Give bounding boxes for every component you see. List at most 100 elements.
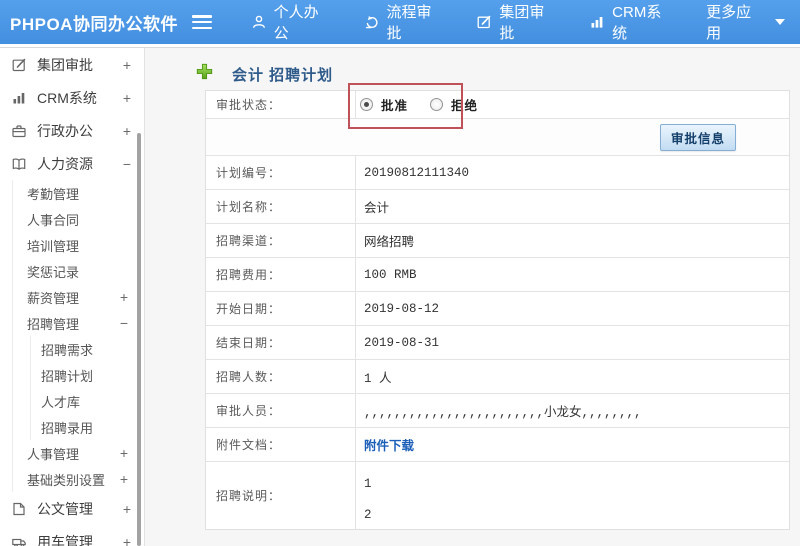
- process-icon: [364, 14, 380, 30]
- recruit-channel-value: 网络招聘: [364, 236, 415, 250]
- table-row: 计划名称： 会计: [206, 190, 789, 224]
- main-content: 会计 招聘计划 审批状态： 批准 拒绝 审批信息 计划编号： 201908121…: [146, 48, 800, 546]
- sidebar-item-training[interactable]: 培训管理: [13, 232, 144, 258]
- sidebar-item-base-category[interactable]: 基础类别设置 +: [13, 466, 144, 492]
- plan-number-value: 20190812111340: [364, 165, 470, 180]
- expand-toggle[interactable]: +: [120, 445, 128, 461]
- book-icon: [11, 155, 28, 172]
- recruit-submenu: 招聘需求 招聘计划 人才库 招聘录用: [30, 336, 144, 440]
- reject-radio[interactable]: [430, 98, 444, 111]
- field-label: 开始日期：: [206, 292, 356, 325]
- sidebar-item-recruit-mgmt[interactable]: 招聘管理 −: [13, 310, 144, 336]
- table-row: 招聘人数： 1 人: [206, 360, 789, 394]
- sidebar-item-talent-pool[interactable]: 人才库: [31, 388, 144, 414]
- expand-toggle[interactable]: +: [123, 90, 131, 106]
- table-row: 招聘渠道： 网络招聘: [206, 224, 789, 258]
- approvers-value: ,,,,,,,,,,,,,,,,,,,,,,,,小龙女,,,,,,,,: [364, 406, 642, 420]
- approval-status-radios: 批准 拒绝: [356, 95, 789, 114]
- field-label: 招聘费用：: [206, 258, 356, 291]
- vehicle-icon: [11, 533, 28, 546]
- field-label: 结束日期：: [206, 326, 356, 359]
- collapse-toggle[interactable]: −: [123, 156, 131, 172]
- sidebar-item-recruit-plan[interactable]: 招聘计划: [31, 362, 144, 388]
- description-line: 1: [364, 477, 372, 491]
- nav-label: 个人办公: [273, 4, 319, 42]
- nav-crm-system[interactable]: CRM系统: [574, 0, 691, 44]
- nav-more-apps[interactable]: 更多应用: [691, 0, 800, 44]
- nav-personal-office[interactable]: 个人办公: [236, 0, 349, 44]
- sidebar-item-hr[interactable]: 人力资源 −: [0, 147, 144, 180]
- edit-square-icon: [11, 56, 28, 73]
- headcount-value: 1 人: [364, 372, 392, 386]
- sidebar-item-recruit-demand[interactable]: 招聘需求: [31, 336, 144, 362]
- page-title: 会计 招聘计划: [146, 48, 800, 88]
- collapse-toggle[interactable]: −: [120, 315, 128, 331]
- plus-icon: [196, 63, 213, 85]
- field-label: 招聘渠道：: [206, 224, 356, 257]
- reject-radio-label[interactable]: 拒绝: [451, 95, 478, 114]
- table-row: 结束日期： 2019-08-31: [206, 326, 789, 360]
- nav-process-approval[interactable]: 流程审批: [349, 0, 462, 44]
- sidebar-item-recruit-hire[interactable]: 招聘录用: [31, 414, 144, 440]
- hr-submenu: 考勤管理 人事合同 培训管理 奖惩记录 薪资管理 + 招聘管理 − 招聘需求 招聘计…: [12, 180, 144, 492]
- field-label: 招聘说明：: [206, 462, 356, 529]
- expand-toggle[interactable]: +: [120, 289, 128, 305]
- end-date-value: 2019-08-31: [364, 335, 440, 350]
- attachment-row: 附件文档： 附件下载: [206, 428, 789, 462]
- sidebar-item-admin-office[interactable]: 行政办公 +: [0, 114, 144, 147]
- field-label: 计划名称：: [206, 190, 356, 223]
- caret-down-icon: [774, 19, 785, 25]
- edit-icon: [476, 14, 492, 30]
- attachment-download-link[interactable]: 附件下载: [364, 440, 414, 454]
- top-nav: 个人办公 流程审批 集团审批 CRM系统 更多应用: [236, 0, 800, 44]
- table-row: 招聘费用： 100 RMB: [206, 258, 789, 292]
- sidebar-item-hr-contract[interactable]: 人事合同: [13, 206, 144, 232]
- topbar: PHPOA协同办公软件 个人办公 流程审批 集团审批 CRM系统 更多应用: [0, 0, 800, 44]
- recruit-cost-value: 100 RMB: [364, 267, 417, 282]
- description-line: 2: [364, 508, 372, 522]
- field-label: 审批人员：: [206, 394, 356, 427]
- nav-group-approval[interactable]: 集团审批: [461, 0, 574, 44]
- bar-chart-icon: [11, 89, 28, 106]
- approval-info-button[interactable]: 审批信息: [659, 123, 736, 151]
- expand-toggle[interactable]: +: [120, 471, 128, 487]
- user-icon: [251, 14, 267, 30]
- chart-icon: [589, 14, 605, 30]
- document-icon: [11, 500, 28, 517]
- nav-label: CRM系统: [612, 4, 662, 42]
- sidebar-item-group-approval[interactable]: 集团审批 +: [0, 48, 144, 81]
- sidebar-item-personnel-mgmt[interactable]: 人事管理 +: [13, 440, 144, 466]
- sidebar-item-document-mgmt[interactable]: 公文管理 +: [0, 492, 144, 525]
- expand-toggle[interactable]: +: [123, 501, 131, 517]
- recruit-description-value: 1 2: [356, 462, 789, 529]
- sidebar-item-salary[interactable]: 薪资管理 +: [13, 284, 144, 310]
- field-label: 计划编号：: [206, 156, 356, 189]
- sidebar-scrollbar[interactable]: [137, 133, 141, 546]
- sidebar-item-rewards[interactable]: 奖惩记录: [13, 258, 144, 284]
- table-row: 计划编号： 20190812111340: [206, 156, 789, 190]
- expand-toggle[interactable]: +: [123, 57, 131, 73]
- approval-action-row: 审批信息: [206, 119, 789, 156]
- app-brand: PHPOA协同办公软件: [10, 14, 178, 34]
- expand-toggle[interactable]: +: [123, 534, 131, 546]
- expand-toggle[interactable]: +: [123, 123, 131, 139]
- sidebar-item-attendance[interactable]: 考勤管理: [13, 180, 144, 206]
- sidebar-item-crm[interactable]: CRM系统 +: [0, 81, 144, 114]
- approve-radio-label[interactable]: 批准: [381, 95, 408, 114]
- field-label: 审批状态：: [206, 91, 356, 118]
- recruit-plan-form: 审批状态： 批准 拒绝 审批信息 计划编号： 20190812111340 计划…: [205, 90, 790, 530]
- nav-label: 更多应用: [706, 4, 752, 42]
- hamburger-icon[interactable]: [191, 15, 212, 29]
- description-row: 招聘说明： 1 2: [206, 462, 789, 529]
- field-label: 附件文档：: [206, 428, 356, 461]
- page-title-text: 会计 招聘计划: [232, 66, 334, 84]
- nav-label: 集团审批: [499, 4, 545, 42]
- phpoa-app-window: PHPOA协同办公软件 个人办公 流程审批 集团审批 CRM系统 更多应用 集团…: [0, 0, 800, 546]
- plan-name-value: 会计: [364, 202, 390, 216]
- approval-status-row: 审批状态： 批准 拒绝: [206, 91, 789, 119]
- approve-radio[interactable]: [360, 98, 373, 111]
- sidebar-item-vehicle-mgmt[interactable]: 用车管理 +: [0, 525, 144, 546]
- nav-label: 流程审批: [386, 4, 432, 42]
- field-label: 招聘人数：: [206, 360, 356, 393]
- briefcase-icon: [11, 122, 28, 139]
